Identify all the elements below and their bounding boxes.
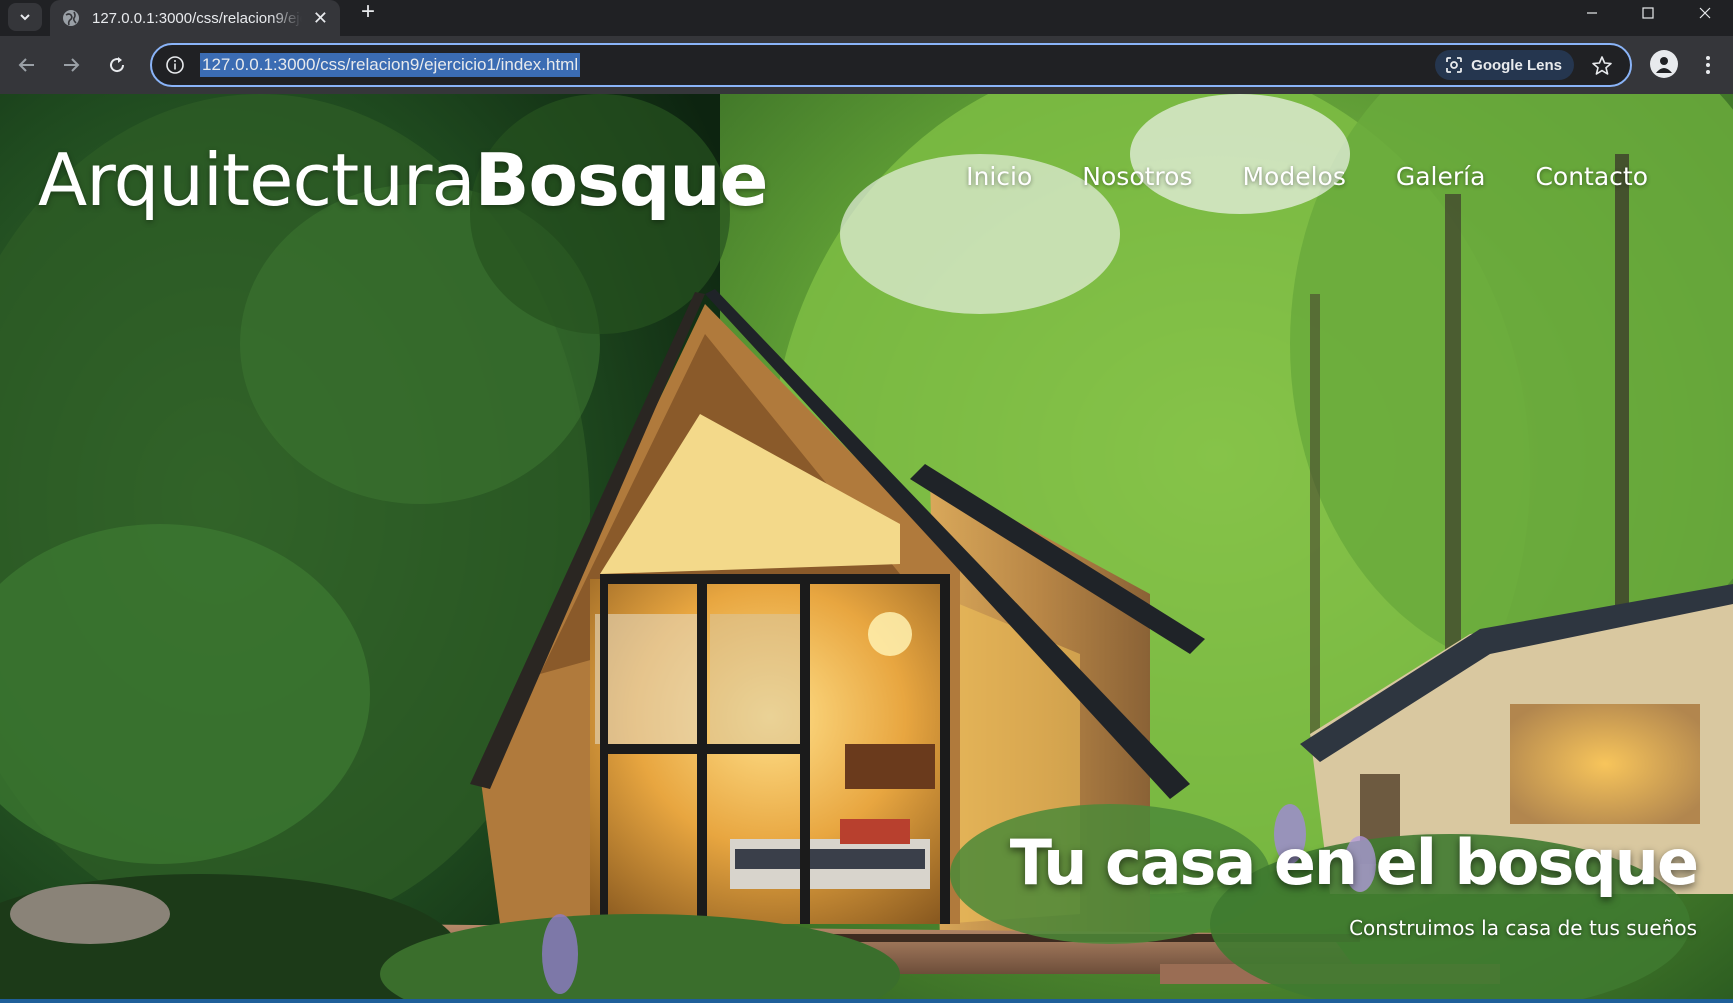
nav-link-galeria[interactable]: Galería (1396, 162, 1486, 191)
maximize-window-button[interactable] (1620, 0, 1676, 26)
lens-icon (1446, 57, 1463, 73)
bottom-edge-strip (0, 999, 1733, 1003)
maximize-icon (1642, 7, 1654, 19)
reload-icon (110, 57, 125, 73)
logo-text-light: Arquitectura (38, 138, 476, 222)
browser-tab-strip: 127.0.0.1:3000/css/relacion9/ejercicio1/… (0, 0, 1733, 36)
close-icon (1699, 7, 1711, 19)
menu-dot (1706, 63, 1710, 67)
minimize-window-button[interactable] (1564, 0, 1620, 26)
person-icon (1656, 57, 1672, 73)
chevron-down-icon (20, 14, 30, 21)
nav-link-nosotros[interactable]: Nosotros (1082, 162, 1192, 191)
google-lens-label: Google Lens (1471, 56, 1562, 74)
browser-menu-button[interactable] (1696, 50, 1720, 80)
google-lens-button[interactable]: Google Lens (1435, 50, 1574, 80)
menu-dot (1706, 70, 1710, 74)
page-viewport: ArquitecturaBosque Inicio Nosotros Model… (0, 94, 1733, 999)
info-icon[interactable] (164, 54, 186, 76)
browser-toolbar: 127.0.0.1:3000/css/relacion9/ejercicio1/… (0, 36, 1733, 94)
site-logo[interactable]: ArquitecturaBosque (38, 138, 769, 222)
close-window-button[interactable] (1677, 0, 1733, 26)
close-tab-icon[interactable]: ✕ (313, 9, 328, 27)
back-button[interactable] (12, 50, 42, 80)
logo-text-bold: Bosque (474, 138, 769, 222)
globe-icon (63, 10, 79, 26)
arrow-right-icon (64, 58, 80, 72)
nav-link-inicio[interactable]: Inicio (966, 162, 1032, 191)
tab-title: 127.0.0.1:3000/css/relacion9/ejercicio1/… (92, 9, 302, 27)
hero-title: Tu casa en el bosque (1009, 826, 1699, 899)
nav-link-modelos[interactable]: Modelos (1242, 162, 1345, 191)
arrow-left-icon (18, 58, 34, 72)
url-text[interactable]: 127.0.0.1:3000/css/relacion9/ejercicio1/… (200, 53, 581, 77)
nav-link-contacto[interactable]: Contacto (1535, 162, 1648, 191)
bookmark-star-icon[interactable] (1590, 54, 1614, 78)
forward-button[interactable] (56, 50, 86, 80)
profile-avatar-button[interactable] (1650, 50, 1678, 78)
tab-search-button[interactable] (8, 3, 42, 31)
browser-tab[interactable]: 127.0.0.1:3000/css/relacion9/ejercicio1/… (50, 0, 340, 36)
reload-button[interactable] (102, 50, 132, 80)
hero-subtitle: Construimos la casa de tus sueños (1349, 916, 1697, 940)
new-tab-button[interactable]: + (352, 0, 384, 25)
main-navigation: Inicio Nosotros Modelos Galería Contacto (966, 162, 1648, 191)
address-bar[interactable]: 127.0.0.1:3000/css/relacion9/ejercicio1/… (150, 43, 1632, 87)
minimize-icon (1587, 12, 1597, 14)
menu-dot (1706, 56, 1710, 60)
